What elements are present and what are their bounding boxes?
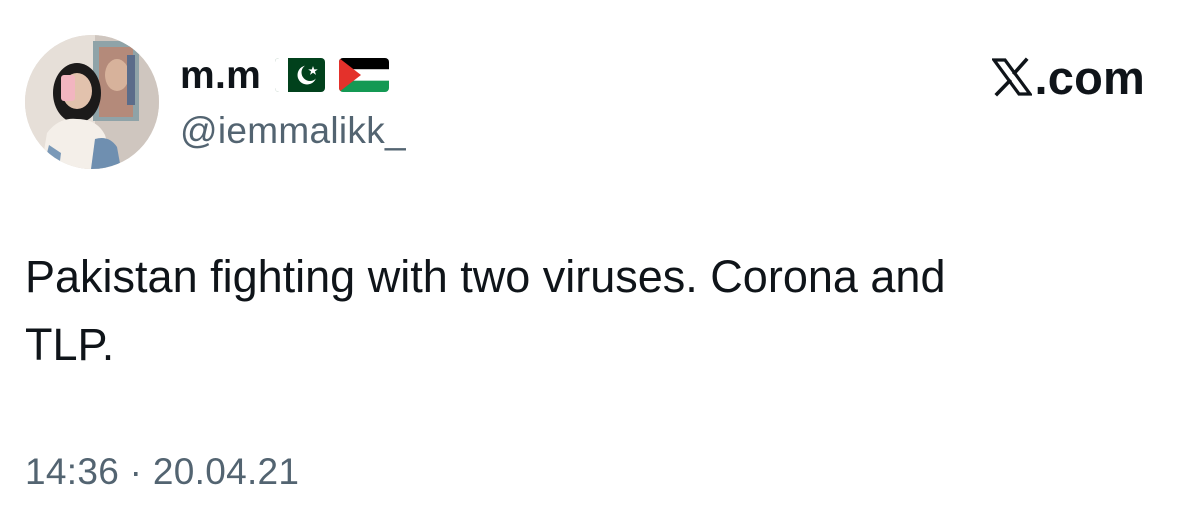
display-name[interactable]: m.m: [180, 56, 261, 95]
tweet-card: m.m @iemmalikk_ .com Pakistan fighting w…: [0, 0, 1200, 520]
tweet-text: Pakistan fighting with two viruses. Coro…: [25, 251, 946, 370]
x-logo-icon: [991, 57, 1032, 97]
brand-label: .com: [1034, 50, 1145, 104]
display-name-row: m.m: [180, 52, 390, 98]
pakistan-flag-icon: [275, 58, 326, 92]
avatar-photo: [25, 35, 159, 169]
palestine-flag-icon: [339, 58, 390, 92]
brand-watermark: .com: [991, 50, 1146, 104]
tweet-timestamp[interactable]: 14:36 · 20.04.21: [25, 453, 299, 490]
user-handle[interactable]: @iemmalikk_: [180, 112, 406, 149]
avatar[interactable]: [25, 35, 159, 169]
